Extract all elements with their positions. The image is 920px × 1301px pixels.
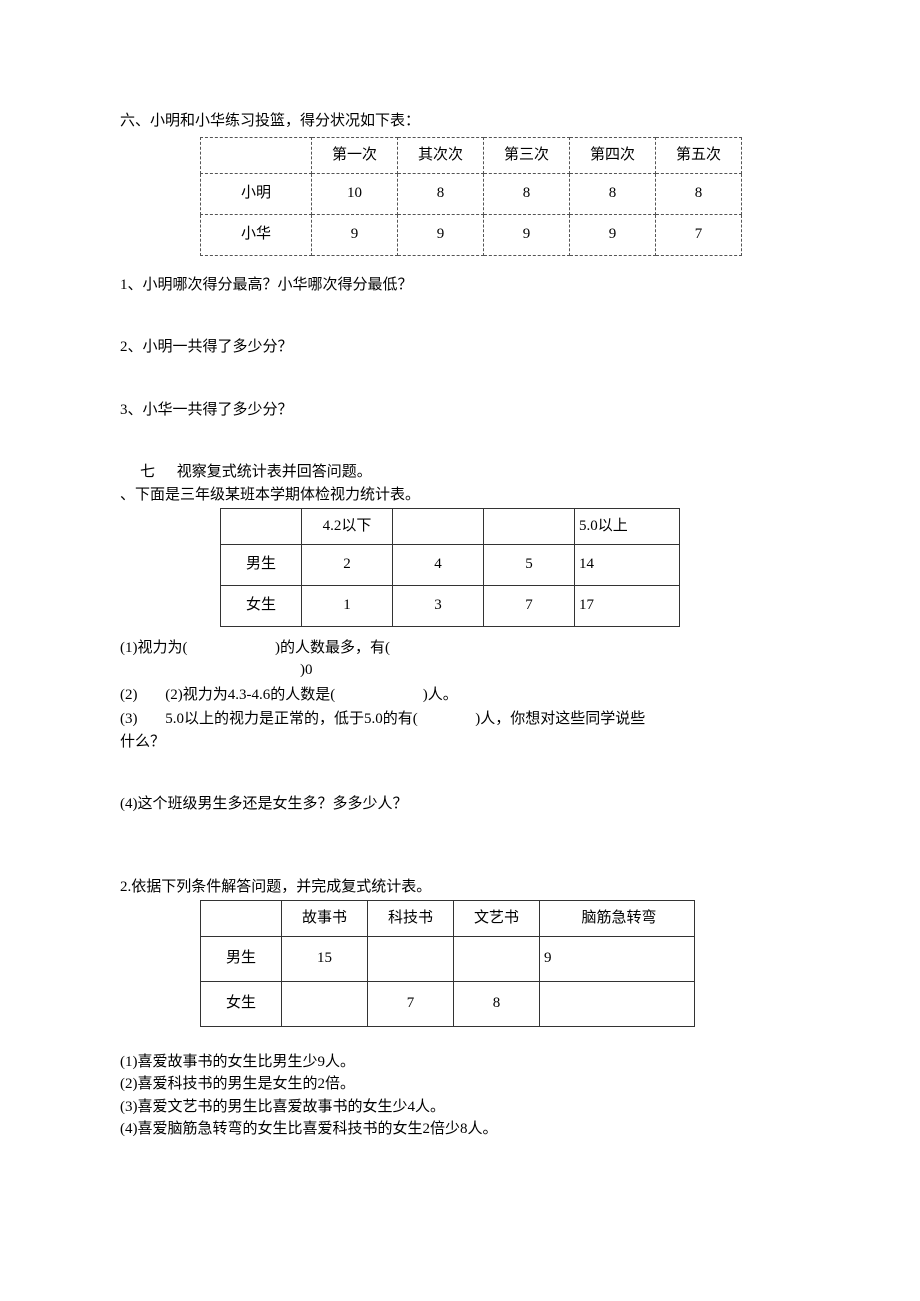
table-row: 第一次 其次次 第三次 第四次 第五次 (201, 137, 742, 173)
cell (540, 981, 695, 1026)
section6-q3: 3、小华一共得了多少分？ (120, 399, 800, 422)
cell (282, 981, 368, 1026)
table-row: 故事书 科技书 文艺书 脑筋急转弯 (201, 901, 695, 937)
section6-q1: 1、小明哪次得分最高？小华哪次得分最低？ (120, 274, 800, 297)
cell: 9 (540, 936, 695, 981)
section7-title: 七 视察复式统计表并回答问题。 (120, 461, 800, 484)
cell: 15 (282, 936, 368, 981)
cell: 17 (575, 585, 680, 626)
col-header-blank (201, 901, 282, 937)
section6-q2: 2、小明一共得了多少分？ (120, 336, 800, 359)
table-row: 小明 10 8 8 8 8 (201, 173, 742, 214)
q1-part-b: )的人数最多，有( (275, 640, 390, 656)
section7b-c1: (1)喜爱故事书的女生比男生少9人。 (120, 1051, 800, 1074)
section6-title: 六、小明和小华练习投篮，得分状况如下表： (120, 110, 800, 133)
col-header-1: 第一次 (312, 137, 398, 173)
q2-tail: )人。 (423, 687, 458, 703)
cell: 8 (656, 173, 742, 214)
cell: 5 (484, 544, 575, 585)
cell: 10 (312, 173, 398, 214)
cell: 8 (484, 173, 570, 214)
cell: 9 (484, 214, 570, 255)
cell: 8 (570, 173, 656, 214)
q3-num: (3) (120, 711, 138, 727)
cell: 9 (312, 214, 398, 255)
row-name: 小明 (201, 173, 312, 214)
section7-q3: (3) 5.0以上的视力是正常的，低于5.0的有( )人，你想对这些同学说些 (120, 708, 800, 731)
q3-text: 5.0以上的视力是正常的，低于5.0的有( (165, 711, 418, 727)
section7-q4: (4)这个班级男生多还是女生多？多多少人？ (120, 793, 800, 816)
cell (368, 936, 454, 981)
section7-sub1: 、下面是三年级某班本学期体检视力统计表。 (120, 484, 800, 507)
cell: 7 (484, 585, 575, 626)
col-header-5: 第五次 (656, 137, 742, 173)
col-header-2: 其次次 (398, 137, 484, 173)
table-row: 小华 9 9 9 9 7 (201, 214, 742, 255)
table-row: 男生 2 4 5 14 (221, 544, 680, 585)
cell: 3 (393, 585, 484, 626)
col-header-1: 4.2以下 (302, 509, 393, 545)
section7-q2: (2) (2)视力为4.3-4.6的人数是( )人。 (120, 684, 800, 707)
col-header-3: 文艺书 (454, 901, 540, 937)
cell: 1 (302, 585, 393, 626)
col-header-3 (484, 509, 575, 545)
q2-text: (2)视力为4.3-4.6的人数是( (165, 687, 335, 703)
cell: 14 (575, 544, 680, 585)
table-row: 女生 7 8 (201, 981, 695, 1026)
col-header-blank (201, 137, 312, 173)
row-name: 男生 (221, 544, 302, 585)
section7b-title: 2.依据下列条件解答问题，并完成复式统计表。 (120, 876, 800, 899)
cell: 7 (656, 214, 742, 255)
row-name: 女生 (221, 585, 302, 626)
col-header-1: 故事书 (282, 901, 368, 937)
section7-q1-line2: )0 (300, 659, 800, 682)
cell: 2 (302, 544, 393, 585)
table-row: 4.2以下 5.0以上 (221, 509, 680, 545)
cell: 8 (398, 173, 484, 214)
col-header-2: 科技书 (368, 901, 454, 937)
col-header-2 (393, 509, 484, 545)
col-header-4: 5.0以上 (575, 509, 680, 545)
cell: 4 (393, 544, 484, 585)
cell: 8 (454, 981, 540, 1026)
row-name: 男生 (201, 936, 282, 981)
table-eyesight: 4.2以下 5.0以上 男生 2 4 5 14 女生 1 3 7 17 (220, 508, 680, 627)
section7-q3-line2: 什么？ (120, 731, 800, 754)
cell (454, 936, 540, 981)
table-row: 男生 15 9 (201, 936, 695, 981)
col-header-3: 第三次 (484, 137, 570, 173)
section7b-c3: (3)喜爱文艺书的男生比喜爱故事书的女生少4人。 (120, 1096, 800, 1119)
section7b-c2: (2)喜爱科技书的男生是女生的2倍。 (120, 1073, 800, 1096)
col-header-blank (221, 509, 302, 545)
q3-tail: )人，你想对这些同学说些 (475, 711, 645, 727)
cell: 7 (368, 981, 454, 1026)
table-row: 女生 1 3 7 17 (221, 585, 680, 626)
table-books: 故事书 科技书 文艺书 脑筋急转弯 男生 15 9 女生 7 8 (200, 900, 695, 1027)
col-header-4: 第四次 (570, 137, 656, 173)
section7-q1: (1)视力为( )的人数最多，有( (120, 637, 800, 660)
cell: 9 (398, 214, 484, 255)
section7b-c4: (4)喜爱脑筋急转弯的女生比喜爱科技书的女生2倍少8人。 (120, 1118, 800, 1141)
col-header-4: 脑筋急转弯 (540, 901, 695, 937)
q1-part-a: (1)视力为( (120, 640, 188, 656)
q2-num: (2) (120, 687, 138, 703)
section7-title-text: 视察复式统计表并回答问题。 (177, 464, 372, 480)
row-name: 女生 (201, 981, 282, 1026)
row-name: 小华 (201, 214, 312, 255)
table-basketball: 第一次 其次次 第三次 第四次 第五次 小明 10 8 8 8 8 小华 9 9… (200, 137, 742, 256)
cell: 9 (570, 214, 656, 255)
section7-label: 七 (140, 464, 155, 480)
